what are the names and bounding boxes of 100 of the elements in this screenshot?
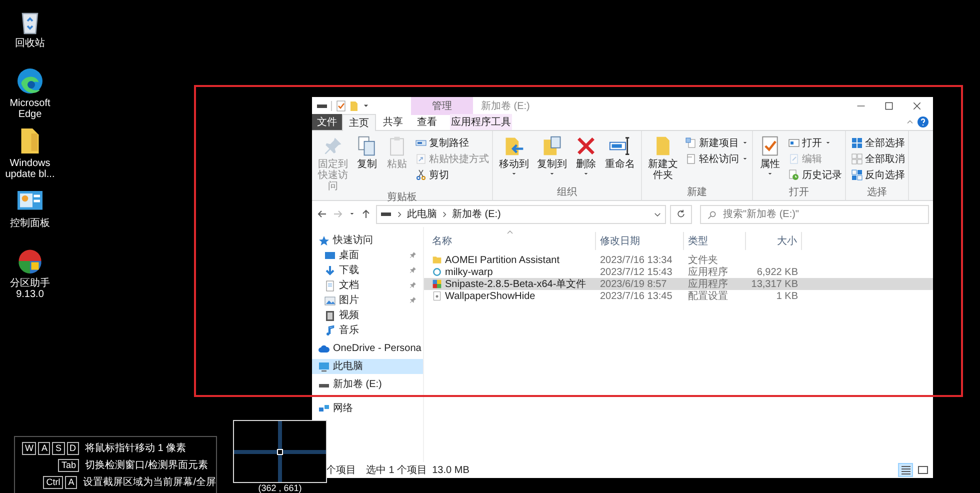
help-icon — [917, 116, 929, 128]
window-title: 新加卷 (E:) — [481, 100, 530, 114]
ribbon-button[interactable]: 复制路径 — [415, 136, 489, 150]
ribbon-group-label: 新建 — [686, 187, 708, 200]
chevron-right-icon — [396, 210, 403, 218]
delete-icon — [575, 135, 597, 157]
large-icons-view-icon — [916, 464, 928, 476]
column-header[interactable]: 大小 — [746, 232, 802, 250]
search-field[interactable]: 搜索"新加卷 (E:)" — [700, 204, 929, 224]
address-bar[interactable]: 此电脑 新加卷 (E:) — [376, 204, 666, 224]
key-cap: Tab — [58, 459, 79, 472]
maximize-icon — [884, 101, 894, 111]
nav-item[interactable]: 视频 — [312, 308, 423, 323]
nav-item[interactable]: 音乐 — [312, 323, 423, 338]
key-cap: A — [65, 476, 78, 489]
ribbon-button[interactable]: 剪切 — [415, 168, 489, 182]
history-icon — [788, 169, 800, 181]
pin-icon — [322, 135, 344, 157]
ribbon-button[interactable]: 复制 — [353, 131, 381, 192]
file-name: Snipaste-2.8.5-Beta-x64-单文件 — [445, 278, 586, 292]
desktop-icon-label[interactable]: 分区助手 9.13.0 — [2, 278, 58, 300]
nav-item[interactable]: 此电脑 — [312, 359, 423, 374]
nav-item[interactable]: 新加卷 (E:) — [312, 377, 423, 392]
sort-ascending-icon — [506, 229, 514, 235]
desktop-icon-label[interactable]: 回收站 — [2, 38, 58, 49]
nav-item[interactable]: 下载 — [312, 263, 423, 278]
column-header[interactable]: 名称 — [424, 232, 596, 250]
file-row[interactable]: Snipaste-2.8.5-Beta-x64-单文件 2023/6/19 8:57 应用程序 13,317 KB — [424, 278, 933, 290]
nav-item[interactable]: 图片 — [312, 293, 423, 308]
folder-icon — [432, 255, 442, 265]
nav-item[interactable]: 快速访问 — [312, 233, 423, 248]
ribbon-button[interactable]: 移动到 — [496, 131, 532, 187]
ribbon-tab[interactable]: 主页 — [342, 114, 376, 131]
ribbon-tab[interactable]: 文件 — [312, 114, 342, 130]
browser-icon — [15, 66, 45, 96]
ribbon-button[interactable]: 重命名 — [602, 131, 638, 187]
app-icon — [432, 267, 442, 277]
file-size: 6,922 KB — [756, 266, 799, 280]
cursor-coordinates: (362 , 661) — [258, 483, 302, 493]
nav-item[interactable]: OneDrive - Persona — [312, 341, 423, 356]
hint-text: 切换检测窗口/检测界面元素 — [85, 458, 208, 473]
computer-icon — [318, 360, 330, 372]
ribbon-button[interactable]: 历史记录 — [788, 168, 842, 182]
column-header[interactable]: 修改日期 — [596, 232, 684, 250]
file-name: milky-warp — [445, 266, 493, 280]
desktop-icon-label[interactable]: 控制面板 — [2, 218, 58, 229]
ribbon-button[interactable]: 属性 — [756, 131, 784, 187]
ribbon-tab[interactable]: 查看 — [410, 114, 444, 130]
view-button[interactable] — [898, 463, 913, 477]
up-arrow-icon — [360, 208, 372, 220]
ribbon-button[interactable]: 轻松访问 — [685, 152, 749, 166]
ribbon-button[interactable]: 全部选择 — [851, 136, 905, 150]
context-tab-group-header: 管理 — [411, 97, 473, 115]
ribbon-group-label: 打开 — [788, 187, 810, 200]
close-icon — [912, 101, 922, 111]
nav-item[interactable]: 网络 — [312, 401, 423, 416]
nav-item[interactable]: 文档 — [312, 278, 423, 293]
refresh-button[interactable] — [670, 204, 692, 224]
file-row[interactable]: milky-warp 2023/7/12 15:43 应用程序 6,922 KB — [424, 266, 933, 278]
ribbon-button[interactable]: 打开 — [788, 136, 842, 150]
file-name: WallpaperShowHide — [445, 290, 536, 304]
ribbon-tab[interactable]: 共享 — [376, 114, 410, 130]
forward-arrow-icon — [332, 208, 344, 220]
cloud-icon — [318, 342, 330, 354]
ribbon-group-label: 剪贴板 — [386, 192, 418, 204]
app-icon — [432, 279, 442, 289]
hint-text: 设置截屏区域为当前屏幕/全屏 — [83, 476, 216, 490]
document-icon — [685, 153, 697, 165]
open-icon — [788, 137, 800, 149]
ribbon-button[interactable]: 复制到 — [534, 131, 570, 187]
ribbon-tab[interactable]: 应用程序工具 — [450, 114, 512, 130]
breadcrumb[interactable]: 新加卷 (E:) — [452, 206, 501, 222]
ribbon-button[interactable]: 新建文件夹 — [645, 131, 681, 187]
copy-icon — [356, 135, 378, 157]
invert-selection-icon — [851, 169, 863, 181]
search-icon — [707, 210, 717, 220]
ribbon-button[interactable]: 删除 — [572, 131, 600, 187]
view-button[interactable] — [915, 463, 930, 477]
desktop-icon-label[interactable]: Windows update bl... — [2, 158, 58, 180]
column-header[interactable]: 类型 — [684, 232, 746, 250]
file-date: 2023/7/16 13:45 — [599, 290, 674, 304]
file-row[interactable]: WallpaperShowHide 2023/7/16 13:45 配置设置 1 KB — [424, 290, 933, 302]
nav-item[interactable]: 桌面 — [312, 248, 423, 263]
file-row[interactable]: AOMEI Partition Assistant 2023/7/16 13:34 文件夹 — [424, 254, 933, 266]
desktop-icon-label[interactable]: Microsoft Edge — [2, 98, 58, 120]
key-cap: W — [22, 442, 36, 455]
select-all-icon — [851, 137, 863, 149]
file-date: 2023/7/16 13:34 — [599, 254, 674, 268]
file-date: 2023/6/19 8:57 — [599, 278, 668, 292]
key-cap: S — [52, 442, 64, 455]
item-count: 个项目 — [326, 464, 356, 478]
hint-text: 将鼠标指针移动 1 像素 — [85, 442, 186, 456]
ribbon-button[interactable]: 全部取消 — [851, 152, 905, 166]
folder-copy-icon — [541, 135, 563, 157]
file-type: 应用程序 — [687, 278, 729, 290]
back-arrow-icon — [316, 208, 328, 220]
ribbon-button[interactable]: 新建项目 — [685, 136, 749, 150]
ribbon-button[interactable]: 反向选择 — [851, 168, 905, 182]
edit-icon — [788, 153, 800, 165]
breadcrumb[interactable]: 此电脑 — [407, 206, 437, 222]
